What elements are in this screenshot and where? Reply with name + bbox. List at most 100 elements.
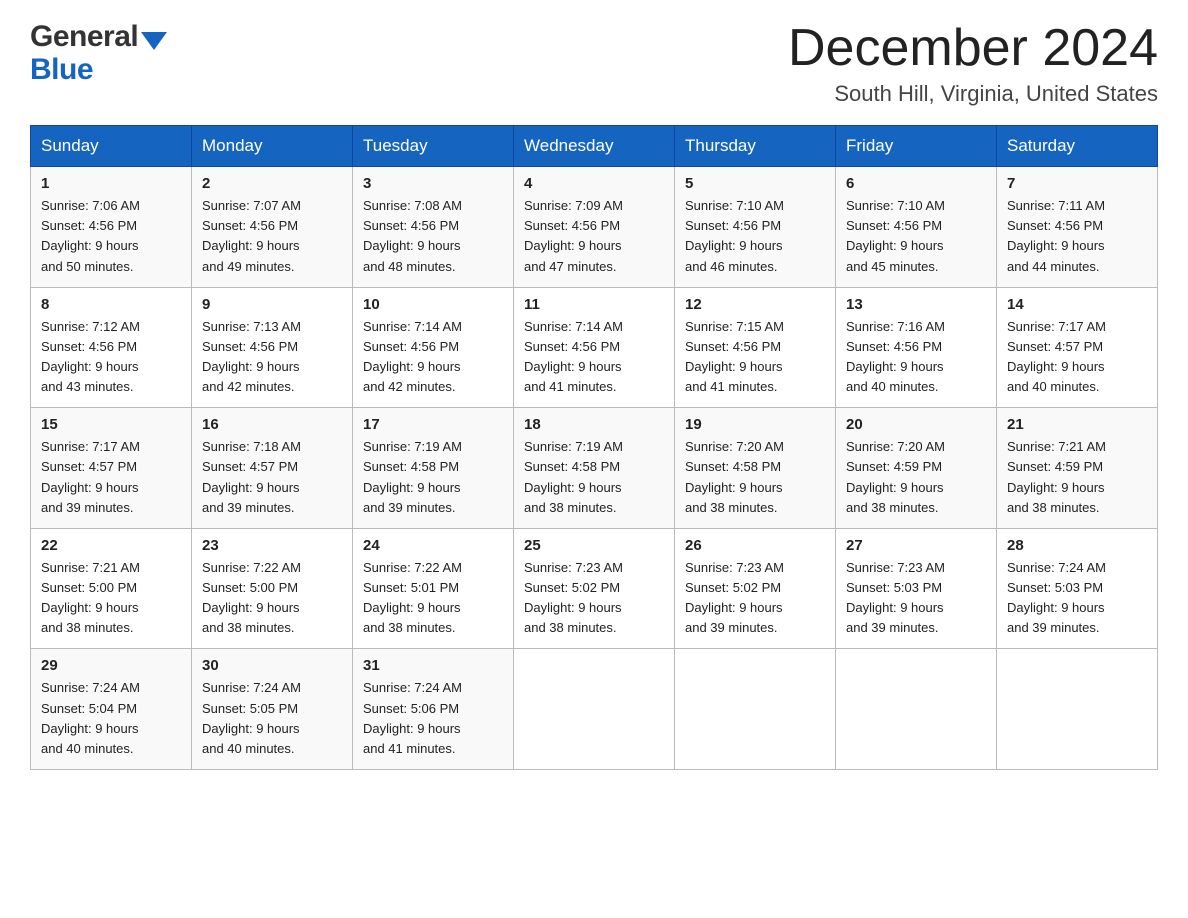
day-info: Sunrise: 7:24 AM Sunset: 5:05 PM Dayligh… bbox=[202, 678, 342, 759]
day-number: 18 bbox=[524, 416, 664, 433]
day-info: Sunrise: 7:17 AM Sunset: 4:57 PM Dayligh… bbox=[41, 437, 181, 518]
table-row: 2 Sunrise: 7:07 AM Sunset: 4:56 PM Dayli… bbox=[192, 167, 353, 288]
table-row: 17 Sunrise: 7:19 AM Sunset: 4:58 PM Dayl… bbox=[353, 408, 514, 529]
logo: General Blue bbox=[30, 20, 167, 87]
table-row bbox=[514, 649, 675, 770]
table-row: 11 Sunrise: 7:14 AM Sunset: 4:56 PM Dayl… bbox=[514, 287, 675, 408]
col-tuesday: Tuesday bbox=[353, 126, 514, 167]
day-info: Sunrise: 7:10 AM Sunset: 4:56 PM Dayligh… bbox=[685, 196, 825, 277]
table-row: 28 Sunrise: 7:24 AM Sunset: 5:03 PM Dayl… bbox=[997, 528, 1158, 649]
calendar-header-row: Sunday Monday Tuesday Wednesday Thursday… bbox=[31, 126, 1158, 167]
day-number: 10 bbox=[363, 296, 503, 313]
table-row: 12 Sunrise: 7:15 AM Sunset: 4:56 PM Dayl… bbox=[675, 287, 836, 408]
day-info: Sunrise: 7:13 AM Sunset: 4:56 PM Dayligh… bbox=[202, 317, 342, 398]
logo-blue-text: Blue bbox=[30, 53, 167, 88]
table-row: 30 Sunrise: 7:24 AM Sunset: 5:05 PM Dayl… bbox=[192, 649, 353, 770]
table-row bbox=[836, 649, 997, 770]
day-number: 20 bbox=[846, 416, 986, 433]
col-saturday: Saturday bbox=[997, 126, 1158, 167]
table-row: 7 Sunrise: 7:11 AM Sunset: 4:56 PM Dayli… bbox=[997, 167, 1158, 288]
logo-general-text: General bbox=[30, 20, 138, 55]
day-number: 8 bbox=[41, 296, 181, 313]
calendar-week-row: 22 Sunrise: 7:21 AM Sunset: 5:00 PM Dayl… bbox=[31, 528, 1158, 649]
table-row: 13 Sunrise: 7:16 AM Sunset: 4:56 PM Dayl… bbox=[836, 287, 997, 408]
table-row: 9 Sunrise: 7:13 AM Sunset: 4:56 PM Dayli… bbox=[192, 287, 353, 408]
day-number: 3 bbox=[363, 175, 503, 192]
col-sunday: Sunday bbox=[31, 126, 192, 167]
day-info: Sunrise: 7:19 AM Sunset: 4:58 PM Dayligh… bbox=[524, 437, 664, 518]
day-info: Sunrise: 7:07 AM Sunset: 4:56 PM Dayligh… bbox=[202, 196, 342, 277]
table-row: 4 Sunrise: 7:09 AM Sunset: 4:56 PM Dayli… bbox=[514, 167, 675, 288]
table-row: 18 Sunrise: 7:19 AM Sunset: 4:58 PM Dayl… bbox=[514, 408, 675, 529]
day-number: 1 bbox=[41, 175, 181, 192]
day-number: 29 bbox=[41, 657, 181, 674]
day-info: Sunrise: 7:24 AM Sunset: 5:04 PM Dayligh… bbox=[41, 678, 181, 759]
day-info: Sunrise: 7:23 AM Sunset: 5:02 PM Dayligh… bbox=[524, 558, 664, 639]
table-row: 26 Sunrise: 7:23 AM Sunset: 5:02 PM Dayl… bbox=[675, 528, 836, 649]
day-number: 22 bbox=[41, 537, 181, 554]
day-info: Sunrise: 7:19 AM Sunset: 4:58 PM Dayligh… bbox=[363, 437, 503, 518]
day-number: 21 bbox=[1007, 416, 1147, 433]
day-info: Sunrise: 7:21 AM Sunset: 5:00 PM Dayligh… bbox=[41, 558, 181, 639]
calendar-week-row: 29 Sunrise: 7:24 AM Sunset: 5:04 PM Dayl… bbox=[31, 649, 1158, 770]
day-info: Sunrise: 7:08 AM Sunset: 4:56 PM Dayligh… bbox=[363, 196, 503, 277]
day-info: Sunrise: 7:23 AM Sunset: 5:03 PM Dayligh… bbox=[846, 558, 986, 639]
table-row: 3 Sunrise: 7:08 AM Sunset: 4:56 PM Dayli… bbox=[353, 167, 514, 288]
table-row: 20 Sunrise: 7:20 AM Sunset: 4:59 PM Dayl… bbox=[836, 408, 997, 529]
day-number: 14 bbox=[1007, 296, 1147, 313]
day-number: 11 bbox=[524, 296, 664, 313]
col-monday: Monday bbox=[192, 126, 353, 167]
table-row: 21 Sunrise: 7:21 AM Sunset: 4:59 PM Dayl… bbox=[997, 408, 1158, 529]
day-info: Sunrise: 7:21 AM Sunset: 4:59 PM Dayligh… bbox=[1007, 437, 1147, 518]
month-year-title: December 2024 bbox=[788, 20, 1158, 77]
table-row: 14 Sunrise: 7:17 AM Sunset: 4:57 PM Dayl… bbox=[997, 287, 1158, 408]
day-info: Sunrise: 7:23 AM Sunset: 5:02 PM Dayligh… bbox=[685, 558, 825, 639]
day-info: Sunrise: 7:11 AM Sunset: 4:56 PM Dayligh… bbox=[1007, 196, 1147, 277]
title-block: December 2024 South Hill, Virginia, Unit… bbox=[788, 20, 1158, 107]
table-row: 23 Sunrise: 7:22 AM Sunset: 5:00 PM Dayl… bbox=[192, 528, 353, 649]
day-number: 31 bbox=[363, 657, 503, 674]
table-row: 19 Sunrise: 7:20 AM Sunset: 4:58 PM Dayl… bbox=[675, 408, 836, 529]
day-info: Sunrise: 7:24 AM Sunset: 5:03 PM Dayligh… bbox=[1007, 558, 1147, 639]
day-info: Sunrise: 7:17 AM Sunset: 4:57 PM Dayligh… bbox=[1007, 317, 1147, 398]
day-info: Sunrise: 7:20 AM Sunset: 4:58 PM Dayligh… bbox=[685, 437, 825, 518]
calendar-week-row: 15 Sunrise: 7:17 AM Sunset: 4:57 PM Dayl… bbox=[31, 408, 1158, 529]
day-number: 15 bbox=[41, 416, 181, 433]
day-number: 12 bbox=[685, 296, 825, 313]
table-row: 27 Sunrise: 7:23 AM Sunset: 5:03 PM Dayl… bbox=[836, 528, 997, 649]
calendar-week-row: 1 Sunrise: 7:06 AM Sunset: 4:56 PM Dayli… bbox=[31, 167, 1158, 288]
table-row: 22 Sunrise: 7:21 AM Sunset: 5:00 PM Dayl… bbox=[31, 528, 192, 649]
day-info: Sunrise: 7:16 AM Sunset: 4:56 PM Dayligh… bbox=[846, 317, 986, 398]
day-number: 17 bbox=[363, 416, 503, 433]
table-row bbox=[997, 649, 1158, 770]
col-thursday: Thursday bbox=[675, 126, 836, 167]
day-number: 6 bbox=[846, 175, 986, 192]
page-header: General Blue December 2024 South Hill, V… bbox=[30, 20, 1158, 107]
calendar-week-row: 8 Sunrise: 7:12 AM Sunset: 4:56 PM Dayli… bbox=[31, 287, 1158, 408]
day-number: 30 bbox=[202, 657, 342, 674]
day-number: 5 bbox=[685, 175, 825, 192]
location-subtitle: South Hill, Virginia, United States bbox=[788, 81, 1158, 107]
day-info: Sunrise: 7:14 AM Sunset: 4:56 PM Dayligh… bbox=[363, 317, 503, 398]
day-info: Sunrise: 7:22 AM Sunset: 5:00 PM Dayligh… bbox=[202, 558, 342, 639]
day-number: 23 bbox=[202, 537, 342, 554]
day-number: 7 bbox=[1007, 175, 1147, 192]
table-row bbox=[675, 649, 836, 770]
day-info: Sunrise: 7:06 AM Sunset: 4:56 PM Dayligh… bbox=[41, 196, 181, 277]
day-info: Sunrise: 7:15 AM Sunset: 4:56 PM Dayligh… bbox=[685, 317, 825, 398]
day-number: 19 bbox=[685, 416, 825, 433]
day-info: Sunrise: 7:24 AM Sunset: 5:06 PM Dayligh… bbox=[363, 678, 503, 759]
table-row: 8 Sunrise: 7:12 AM Sunset: 4:56 PM Dayli… bbox=[31, 287, 192, 408]
table-row: 6 Sunrise: 7:10 AM Sunset: 4:56 PM Dayli… bbox=[836, 167, 997, 288]
table-row: 25 Sunrise: 7:23 AM Sunset: 5:02 PM Dayl… bbox=[514, 528, 675, 649]
day-number: 28 bbox=[1007, 537, 1147, 554]
day-number: 2 bbox=[202, 175, 342, 192]
table-row: 1 Sunrise: 7:06 AM Sunset: 4:56 PM Dayli… bbox=[31, 167, 192, 288]
day-info: Sunrise: 7:14 AM Sunset: 4:56 PM Dayligh… bbox=[524, 317, 664, 398]
day-info: Sunrise: 7:18 AM Sunset: 4:57 PM Dayligh… bbox=[202, 437, 342, 518]
table-row: 15 Sunrise: 7:17 AM Sunset: 4:57 PM Dayl… bbox=[31, 408, 192, 529]
day-info: Sunrise: 7:22 AM Sunset: 5:01 PM Dayligh… bbox=[363, 558, 503, 639]
day-number: 27 bbox=[846, 537, 986, 554]
day-number: 16 bbox=[202, 416, 342, 433]
col-friday: Friday bbox=[836, 126, 997, 167]
